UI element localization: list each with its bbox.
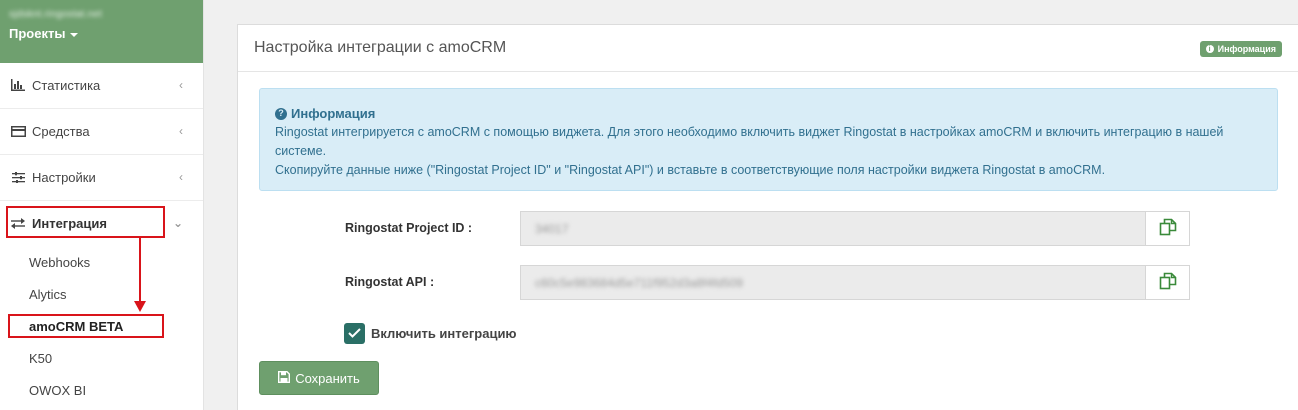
info-alert: ? Информация Ringostat интегрируется с a… (259, 88, 1278, 191)
chevron-left-icon: ‹ (179, 124, 183, 138)
sidebar-item-funds[interactable]: Средства ‹ (0, 111, 203, 151)
alert-text-line: системе. (275, 144, 327, 158)
sidebar-subitem-alytics[interactable]: Alytics (29, 287, 67, 302)
enable-integration-checkbox[interactable] (344, 323, 365, 344)
alert-text-line: Ringostat интегрируется с amoCRM с помощ… (275, 125, 1224, 139)
info-badge-label: Информация (1217, 44, 1276, 54)
caret-down-icon (70, 32, 79, 37)
alert-title-row: ? Информация (275, 104, 1262, 123)
alert-text-line: Скопируйте данные ниже ("Ringostat Proje… (275, 163, 1106, 177)
copy-project-id-button[interactable] (1145, 211, 1190, 246)
panel-header: Настройка интеграции с amoCRM i Информац… (238, 25, 1298, 72)
copy-api-button[interactable] (1145, 265, 1190, 300)
integration-highlight-box (6, 206, 165, 238)
info-icon: i (1205, 45, 1214, 53)
sidebar-subitem-owox[interactable]: OWOX BI (29, 383, 86, 398)
sidebar-item-label: Настройки (32, 169, 96, 185)
alert-title: Информация (291, 106, 376, 121)
api-group: c60c5e983684d5e711f952d3a8f4fd509 (520, 265, 1190, 300)
chevron-down-icon: ⌄ (172, 216, 183, 230)
question-icon: ? (275, 107, 287, 120)
chevron-left-icon: ‹ (179, 78, 183, 92)
divider (0, 108, 203, 109)
api-value: c60c5e983684d5e711f952d3a8f4fd509 (535, 275, 743, 290)
divider (0, 154, 203, 155)
sidebar-item-label: Статистика (32, 77, 101, 93)
save-button[interactable]: Сохранить (259, 361, 379, 395)
copy-icon (1159, 218, 1177, 239)
api-label: Ringostat API : (345, 275, 435, 289)
sliders-icon (10, 170, 26, 184)
project-id-label: Ringostat Project ID : (345, 221, 473, 235)
annotation-arrow (139, 237, 141, 303)
credit-card-icon (10, 124, 26, 138)
info-badge[interactable]: i Информация (1199, 41, 1282, 57)
projects-dropdown[interactable]: Проекты (9, 26, 195, 41)
project-id-group: 34017 (520, 211, 1190, 246)
account-host: sjdsknt.ringostat.net (9, 9, 103, 20)
project-id-field[interactable]: 34017 (520, 211, 1145, 246)
amocrm-highlight-box (8, 314, 164, 338)
project-id-value: 34017 (535, 221, 569, 236)
integration-panel: Настройка интеграции с amoCRM i Информац… (237, 24, 1298, 410)
arrow-head-icon (134, 301, 146, 312)
sidebar-item-settings[interactable]: Настройки ‹ (0, 157, 203, 197)
projects-label: Проекты (9, 26, 66, 41)
divider (0, 200, 203, 201)
page-title: Настройка интеграции с amoCRM (254, 39, 507, 56)
checkmark-icon (348, 326, 361, 341)
bar-chart-icon (10, 78, 26, 92)
api-field[interactable]: c60c5e983684d5e711f952d3a8f4fd509 (520, 265, 1145, 300)
sidebar-item-label: Средства (32, 123, 90, 139)
sidebar-subitem-webhooks[interactable]: Webhooks (29, 255, 90, 270)
save-button-label: Сохранить (295, 370, 360, 386)
sidebar-header: sjdsknt.ringostat.net Проекты (0, 0, 203, 63)
sidebar: sjdsknt.ringostat.net Проекты Статистика… (0, 0, 204, 410)
floppy-disk-icon (278, 370, 291, 386)
chevron-left-icon: ‹ (179, 170, 183, 184)
enable-integration-row: Включить интеграцию (344, 323, 517, 344)
copy-icon (1159, 272, 1177, 293)
sidebar-subitem-k50[interactable]: K50 (29, 351, 52, 366)
sidebar-item-statistics[interactable]: Статистика ‹ (0, 65, 203, 105)
enable-integration-label: Включить интеграцию (371, 326, 517, 341)
